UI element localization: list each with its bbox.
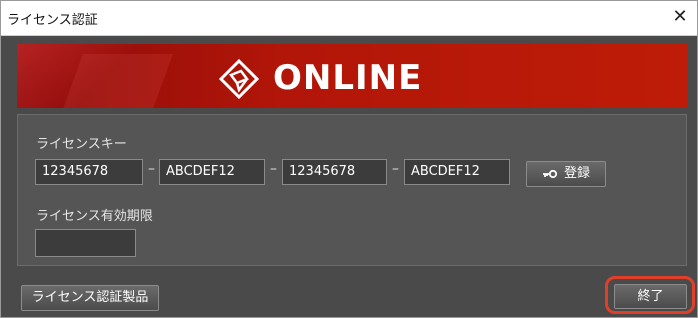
online-banner: ONLINE xyxy=(17,44,687,108)
window-title: ライセンス認証 xyxy=(7,13,98,28)
license-key-field-3[interactable]: 12345678 xyxy=(282,159,387,185)
license-key-label: ライセンスキー xyxy=(36,137,127,152)
key-separator: – xyxy=(148,161,155,177)
license-key-field-4[interactable]: ABCDEF12 xyxy=(404,159,510,185)
close-icon[interactable]: ✕ xyxy=(669,6,691,28)
expiry-label: ライセンス有効期限 xyxy=(36,209,153,224)
key-separator: – xyxy=(270,161,277,177)
license-key-field-1[interactable]: 12345678 xyxy=(35,159,143,185)
title-bar: ライセンス認証 ✕ xyxy=(1,1,697,36)
license-panel: ライセンスキー 12345678 – ABCDEF12 – 12345678 –… xyxy=(17,114,687,266)
license-key-field-2[interactable]: ABCDEF12 xyxy=(159,159,265,185)
license-dialog: ライセンス認証 ✕ ONLINE ライセンスキー 12345678 – ABCD… xyxy=(0,0,698,318)
banner-title: ONLINE xyxy=(273,58,423,98)
licensed-products-button[interactable]: ライセンス認証製品 xyxy=(21,285,159,311)
exit-button[interactable]: 終了 xyxy=(614,284,687,309)
expiry-field xyxy=(35,229,136,257)
register-label: 登録 xyxy=(563,166,590,181)
cube-shield-icon xyxy=(219,59,259,99)
key-icon xyxy=(542,169,558,178)
key-separator: – xyxy=(392,161,399,177)
register-button[interactable]: 登録 xyxy=(526,161,606,187)
